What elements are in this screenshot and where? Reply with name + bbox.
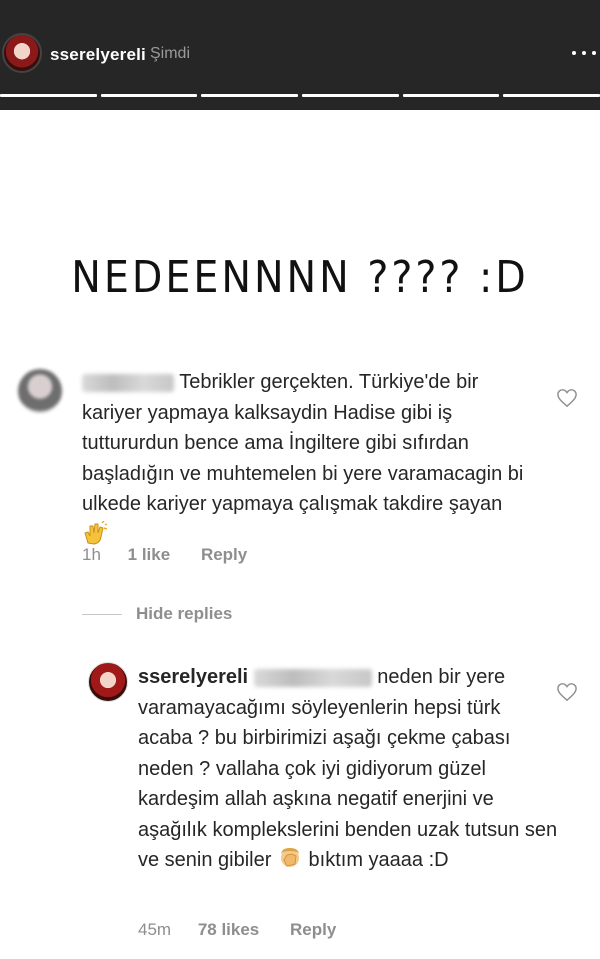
comment-meta: 1h 1 like Reply [82,545,247,565]
comment-text: Tebrikler gerçekten. Türkiye'de bir kari… [82,371,524,515]
reply-likes[interactable]: 78 likes [198,920,259,939]
reply-body: sserelyereli neden bir yere varamayacağı… [138,662,558,876]
progress-segment [503,94,600,97]
reply-meta: 45m 78 likes Reply [138,920,336,940]
hide-replies-toggle[interactable]: Hide replies [82,604,232,624]
story-header: sserelyereli Şimdi [0,0,600,110]
progress-segment [0,94,97,97]
divider-line [82,613,122,615]
reply-button[interactable]: Reply [290,920,336,939]
clapping-hands-icon [84,520,108,545]
progress-segment [302,94,399,97]
reply-button[interactable]: Reply [201,545,247,564]
reply-avatar[interactable] [88,662,128,702]
progress-segment [402,94,500,97]
like-heart-icon[interactable] [556,388,578,408]
story-time: Şimdi [150,45,191,62]
comment-likes[interactable]: 1 like [128,545,171,564]
more-options-icon[interactable] [570,45,598,61]
progress-segment [100,94,198,97]
reply-text-end: bıktım yaaaa :D [308,849,449,871]
story-username[interactable]: sserelyereli [50,45,146,65]
reply-text: neden bir yere varamayacağımı söyleyenle… [138,666,558,871]
comment-body: Tebrikler gerçekten. Türkiye'de bir kari… [82,367,532,550]
blurred-username[interactable] [82,373,174,392]
blurred-mention[interactable] [253,668,372,687]
reply-time: 45m [138,920,172,939]
facepalm-icon [280,848,299,867]
reply-username[interactable]: sserelyereli [138,666,248,688]
story-progress-bar [0,94,600,97]
commenter-avatar[interactable] [18,369,62,413]
hide-replies-label[interactable]: Hide replies [136,604,232,624]
like-heart-icon[interactable] [556,682,578,702]
comment-time: 1h [82,545,101,564]
progress-segment [201,94,299,97]
story-avatar[interactable] [2,33,42,73]
story-headline: NEDEENNNN ???? :D [71,252,529,303]
